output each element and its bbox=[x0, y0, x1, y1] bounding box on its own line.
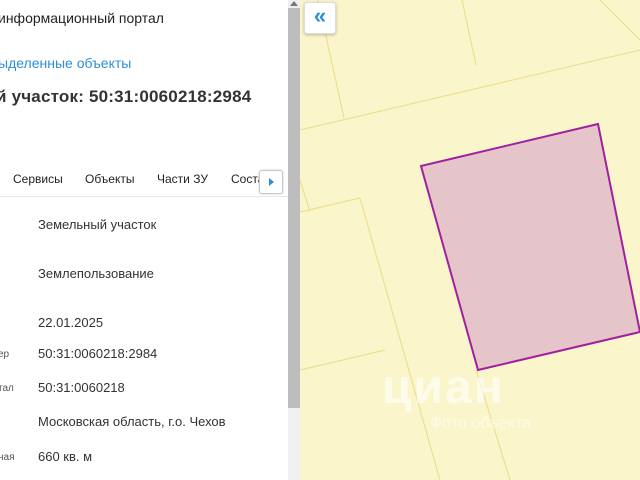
sidebar-panel: информационный портал ыделенные объекты … bbox=[0, 0, 288, 480]
cadastral-number-label: ер bbox=[0, 349, 10, 360]
parcel-title: й участок: 50:31:0060218:2984 bbox=[0, 87, 252, 106]
parcel-subtype-value: Землепользование bbox=[38, 266, 154, 281]
cadastral-quarter-value: 50:31:0060218 bbox=[38, 380, 125, 395]
area-label: ная bbox=[0, 452, 15, 463]
registration-date-value: 22.01.2025 bbox=[38, 315, 104, 330]
portal-title: информационный портал bbox=[0, 10, 164, 26]
double-chevron-left-icon: « bbox=[313, 3, 327, 28]
watermark-logo: циан bbox=[382, 361, 505, 414]
tab-parcel-parts[interactable]: Части ЗУ bbox=[157, 172, 208, 186]
scrollbar-thumb[interactable] bbox=[288, 8, 300, 408]
selected-parcel-polygon[interactable] bbox=[419, 122, 640, 372]
tab-bar: Сервисы Объекты Части ЗУ Соста bbox=[0, 168, 288, 197]
cadastral-number-value: 50:31:0060218:2984 bbox=[38, 346, 158, 361]
tab-objects[interactable]: Объекты bbox=[85, 172, 135, 186]
cadastral-quarter-label: тал bbox=[0, 383, 14, 394]
watermark-logo-subtext: Фото объекта bbox=[430, 415, 531, 432]
sidebar-scrollbar[interactable] bbox=[288, 0, 300, 480]
address-value: Московская область, г.о. Чехов bbox=[38, 414, 226, 429]
tabs-next-button[interactable] bbox=[259, 170, 283, 194]
parcel-type-value: Земельный участок bbox=[38, 217, 157, 232]
tab-services[interactable]: Сервисы bbox=[13, 172, 63, 186]
chevron-right-icon bbox=[269, 178, 274, 186]
collapse-panel-button[interactable]: « bbox=[304, 2, 336, 34]
selected-objects-link[interactable]: ыделенные объекты bbox=[0, 55, 131, 71]
area-value: 660 кв. м bbox=[38, 449, 93, 464]
scroll-up-arrow-icon[interactable] bbox=[290, 1, 298, 6]
